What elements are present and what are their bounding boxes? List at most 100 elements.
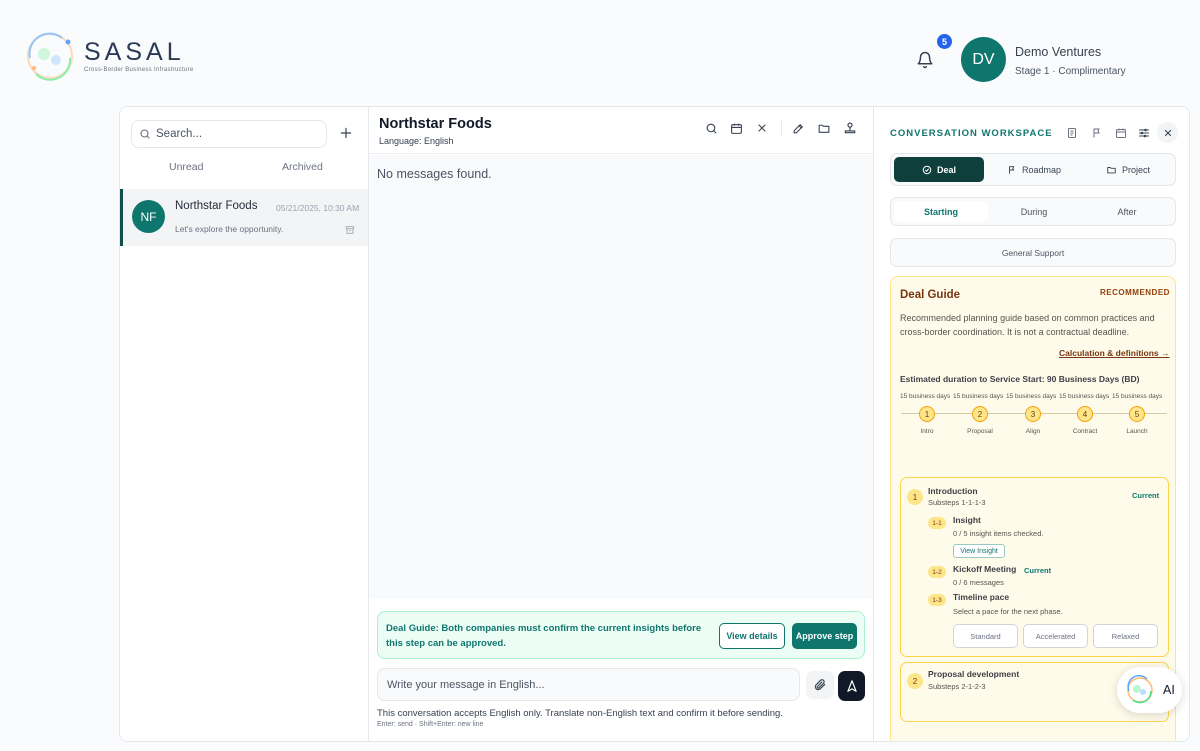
search-input[interactable] bbox=[156, 128, 316, 140]
shortcut-hint: Enter: send · Shift+Enter: new line bbox=[377, 721, 484, 728]
milestone-label: Launch bbox=[1126, 428, 1148, 435]
close-workspace-icon[interactable] bbox=[1157, 122, 1178, 143]
attach-icon[interactable] bbox=[806, 671, 834, 699]
conversation-list-pane: Unread Archived NF Northstar Foods 05/21… bbox=[120, 107, 369, 741]
flag-icon bbox=[1007, 165, 1017, 175]
substep-title: Timeline pace bbox=[953, 592, 1010, 602]
calendar-icon[interactable] bbox=[1113, 125, 1128, 140]
step-title: Proposal development bbox=[928, 669, 1020, 679]
notification-bell-icon[interactable] bbox=[913, 48, 937, 72]
edit-icon[interactable] bbox=[790, 120, 806, 136]
milestone-label: Contract bbox=[1072, 428, 1098, 435]
tab-deal[interactable]: Deal bbox=[894, 157, 984, 182]
search-box bbox=[131, 120, 327, 148]
empty-messages-text: No messages found. bbox=[377, 167, 492, 181]
substep-description: Select a pace for the next phase. bbox=[953, 607, 1063, 616]
ai-label: AI bbox=[1163, 683, 1175, 697]
step-introduction[interactable]: 1 Introduction Substeps 1-1-1-3 Current … bbox=[900, 477, 1169, 657]
milestone-dot: 2 bbox=[972, 406, 988, 422]
workspace-tabs: Deal Roadmap Project bbox=[890, 153, 1176, 186]
chat-language: Language: English bbox=[379, 136, 454, 146]
tab-project[interactable]: Project bbox=[1082, 157, 1174, 182]
milestone-dot: 1 bbox=[919, 406, 935, 422]
brand-tagline: Cross-Border Business Infrastructure bbox=[84, 67, 194, 73]
messenger-card: Unread Archived NF Northstar Foods 05/21… bbox=[119, 106, 1190, 742]
recommended-badge: RECOMMENDED bbox=[1100, 288, 1170, 297]
folder-icon bbox=[1106, 165, 1117, 175]
step-number-badge: 1 bbox=[907, 489, 923, 505]
message-area: No messages found. bbox=[369, 155, 873, 599]
tab-roadmap-label: Roadmap bbox=[1021, 164, 1062, 175]
segment-duration-label: 15 business days bbox=[900, 393, 951, 400]
ai-assistant-button[interactable]: AI bbox=[1117, 667, 1182, 713]
segment-duration-label: 15 business days bbox=[1006, 393, 1057, 400]
chat-pane: Northstar Foods Language: English No mes… bbox=[369, 107, 874, 741]
user-name: Demo Ventures bbox=[1015, 45, 1102, 59]
pace-accelerated-button[interactable]: Accelerated bbox=[1023, 624, 1088, 648]
calculation-definitions-link[interactable]: Calculation & definitions → bbox=[1059, 348, 1170, 358]
archive-icon[interactable] bbox=[345, 225, 355, 235]
tab-during[interactable]: During bbox=[989, 201, 1079, 222]
deal-guide-banner: Deal Guide: Both companies must confirm … bbox=[377, 611, 865, 659]
segment-duration-label: 15 business days bbox=[1059, 393, 1110, 400]
contact-icon[interactable] bbox=[842, 120, 858, 136]
chat-title: Northstar Foods bbox=[379, 116, 492, 132]
settings-sliders-icon[interactable] bbox=[1136, 125, 1151, 140]
pace-relaxed-button[interactable]: Relaxed bbox=[1093, 624, 1158, 648]
substep-description: 0 / 6 messages bbox=[953, 578, 1004, 587]
milestone-dot: 3 bbox=[1025, 406, 1041, 422]
user-avatar[interactable]: DV bbox=[961, 37, 1006, 82]
deal-guide-banner-text: Deal Guide: Both companies must confirm … bbox=[386, 623, 702, 649]
close-icon[interactable] bbox=[754, 120, 770, 136]
workspace-title: CONVERSATION WORKSPACE bbox=[890, 128, 1053, 139]
conversation-name: Northstar Foods bbox=[175, 200, 258, 212]
check-circle-icon bbox=[922, 165, 932, 175]
view-details-button[interactable]: View details bbox=[719, 623, 785, 649]
conversation-item[interactable]: NF Northstar Foods 05/21/2025, 10:30 AM … bbox=[120, 189, 368, 246]
toolbar-divider bbox=[781, 121, 782, 135]
milestone-label: Intro bbox=[920, 428, 934, 435]
ai-globe-icon bbox=[1125, 675, 1155, 705]
notes-icon[interactable] bbox=[1064, 125, 1079, 140]
segment-duration-label: 15 business days bbox=[1112, 393, 1163, 400]
milestone-label: Align bbox=[1025, 428, 1041, 435]
folder-icon[interactable] bbox=[816, 120, 832, 136]
sasal-logo-icon bbox=[22, 28, 78, 84]
notification-count-badge: 5 bbox=[937, 34, 952, 49]
tab-unread[interactable]: Unread bbox=[169, 161, 203, 173]
step-substeps: Substeps 2-1-2-3 bbox=[928, 682, 986, 691]
tab-after[interactable]: After bbox=[1081, 201, 1173, 222]
general-support-button[interactable]: General Support bbox=[890, 238, 1176, 267]
add-conversation-icon[interactable] bbox=[336, 123, 356, 143]
conversation-timestamp: 05/21/2025, 10:30 AM bbox=[276, 203, 360, 213]
substep-badge: 1-3 bbox=[928, 594, 946, 606]
chat-header: Northstar Foods Language: English bbox=[369, 107, 873, 154]
calendar-icon[interactable] bbox=[728, 120, 744, 136]
substep-title: Insight bbox=[953, 515, 981, 525]
language-hint: This conversation accepts English only. … bbox=[377, 708, 783, 719]
tab-archived[interactable]: Archived bbox=[282, 161, 323, 173]
tab-project-label: Project bbox=[1121, 164, 1150, 175]
substep-status: Current bbox=[1024, 566, 1052, 575]
milestone-label: Proposal bbox=[967, 428, 993, 435]
conversation-avatar: NF bbox=[132, 200, 165, 233]
milestone-dot: 5 bbox=[1129, 406, 1145, 422]
substep-badge: 1-2 bbox=[928, 566, 946, 578]
pace-standard-button[interactable]: Standard bbox=[953, 624, 1018, 648]
substep-title: Kickoff Meeting bbox=[953, 564, 1017, 574]
send-icon[interactable] bbox=[838, 671, 865, 701]
search-messages-icon[interactable] bbox=[703, 120, 719, 136]
roadmap-icon[interactable] bbox=[1089, 125, 1104, 140]
message-input[interactable] bbox=[377, 668, 800, 701]
tab-starting[interactable]: Starting bbox=[894, 201, 988, 222]
tab-roadmap[interactable]: Roadmap bbox=[988, 157, 1080, 182]
view-insight-button[interactable]: View Insight bbox=[953, 544, 1005, 558]
step-number-badge: 2 bbox=[907, 673, 923, 689]
workspace-pane: CONVERSATION WORKSPACE Deal Roadmap Proj… bbox=[875, 107, 1189, 741]
substep-description: 0 / 5 insight items checked. bbox=[953, 529, 1044, 538]
deal-guide-title: Deal Guide bbox=[900, 289, 961, 301]
tab-deal-label: Deal bbox=[936, 164, 956, 175]
step-status: Current bbox=[1132, 491, 1160, 500]
brand-logo[interactable]: SASAL Cross-Border Business Infrastructu… bbox=[22, 28, 194, 84]
approve-step-button[interactable]: Approve step bbox=[792, 623, 857, 649]
